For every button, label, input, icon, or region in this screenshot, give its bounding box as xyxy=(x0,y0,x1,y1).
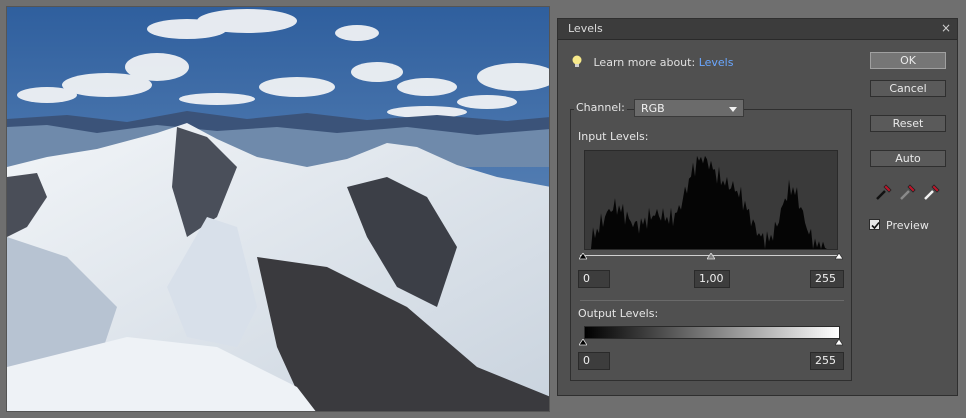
channel-label: Channel: xyxy=(574,101,627,114)
preview-checkbox[interactable] xyxy=(869,219,880,230)
learn-more-label: Learn more about: xyxy=(593,56,696,69)
output-black-slider[interactable] xyxy=(579,339,587,347)
output-white-slider[interactable] xyxy=(835,339,843,347)
output-white-field[interactable]: 255 xyxy=(810,352,844,370)
output-black-field[interactable]: 0 xyxy=(578,352,610,370)
channel-select[interactable]: RGB xyxy=(634,99,744,117)
levels-dialog: Levels × Learn more about: Levels Channe… xyxy=(557,18,958,396)
reset-button[interactable]: Reset xyxy=(870,115,946,132)
output-gradient xyxy=(584,326,840,339)
histogram-graph xyxy=(585,155,837,249)
mountain-photo xyxy=(7,7,549,411)
cancel-button[interactable]: Cancel xyxy=(870,80,946,97)
output-levels-label: Output Levels: xyxy=(578,307,659,320)
learn-more-link[interactable]: Levels xyxy=(699,56,734,69)
ok-button[interactable]: OK xyxy=(870,52,946,69)
histogram xyxy=(584,150,838,250)
input-black-slider[interactable] xyxy=(579,253,587,261)
auto-button[interactable]: Auto xyxy=(870,150,946,167)
section-divider xyxy=(580,300,844,301)
histogram-shape xyxy=(585,155,837,249)
gray-eyedropper-icon[interactable] xyxy=(898,182,918,202)
input-gamma-slider[interactable] xyxy=(707,253,715,261)
dialog-titlebar[interactable]: Levels × xyxy=(558,19,957,40)
image-canvas xyxy=(6,6,550,412)
input-black-field[interactable]: 0 xyxy=(578,270,610,288)
input-gamma-field[interactable]: 1,00 xyxy=(694,270,730,288)
chevron-down-icon xyxy=(729,107,737,112)
input-levels-label: Input Levels: xyxy=(578,130,649,143)
black-eyedropper-icon[interactable] xyxy=(874,182,894,202)
dialog-title: Levels xyxy=(568,22,603,35)
channel-value: RGB xyxy=(641,102,665,115)
close-icon[interactable]: × xyxy=(941,21,951,35)
input-white-slider[interactable] xyxy=(835,253,843,261)
white-eyedropper-icon[interactable] xyxy=(922,182,942,202)
lightbulb-icon xyxy=(572,55,582,68)
learn-more: Learn more about: Levels xyxy=(572,55,733,69)
input-white-field[interactable]: 255 xyxy=(810,270,844,288)
preview-label[interactable]: Preview xyxy=(886,219,929,232)
checkmark-icon xyxy=(871,221,880,230)
